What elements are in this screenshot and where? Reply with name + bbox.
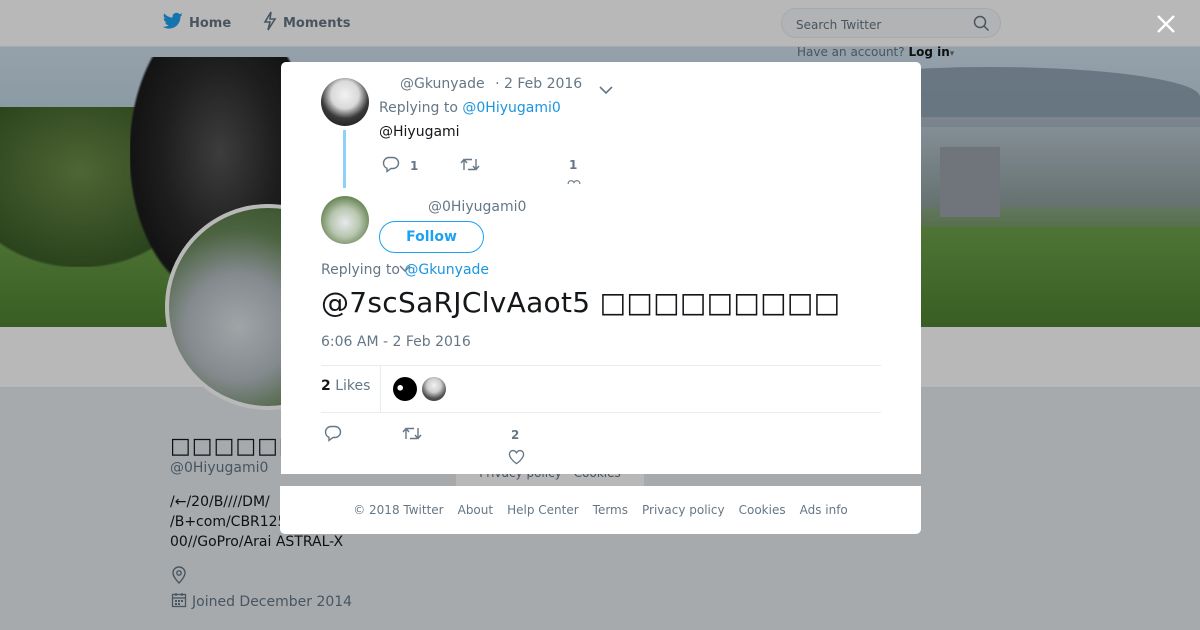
likes-stat[interactable]: 2 Likes [321, 378, 370, 394]
tweet-modal: @Gkunyade · 2 Feb 2016 Replying to @0Hiy… [281, 62, 921, 474]
copyright-text: © 2018 Twitter [353, 503, 444, 517]
main-retweet-button[interactable] [402, 426, 422, 444]
parent-retweet-button[interactable] [460, 157, 480, 175]
retweet-icon [460, 157, 480, 175]
parent-tweet-date[interactable]: · 2 Feb 2016 [495, 76, 582, 92]
replying-prefix: Replying to [321, 262, 400, 278]
divider [321, 412, 881, 413]
replying-to-link[interactable]: @0Hiyugami0 [462, 100, 560, 116]
footer-link-about[interactable]: About [458, 503, 493, 517]
modal-footer: © 2018 Twitter About Help Center Terms P… [280, 486, 921, 534]
parent-tweet-text: @Hiyugami [379, 124, 460, 140]
parent-author-avatar[interactable] [321, 78, 369, 126]
heart-icon[interactable] [508, 449, 525, 469]
follow-button[interactable]: Follow [379, 221, 484, 253]
retweet-icon [402, 426, 422, 444]
main-reply-button[interactable] [324, 425, 342, 445]
divider [380, 366, 381, 412]
close-icon[interactable] [1154, 12, 1178, 36]
parent-author-handle[interactable]: @Gkunyade [400, 76, 485, 92]
parent-like-count: 1 [569, 158, 578, 172]
parent-reply-button[interactable]: 1 [382, 156, 418, 176]
likes-number: 2 [321, 378, 331, 394]
footer-link-terms[interactable]: Terms [593, 503, 628, 517]
footer-link-cookies[interactable]: Cookies [739, 503, 786, 517]
reply-icon [324, 425, 342, 445]
parent-reply-count: 1 [410, 159, 419, 173]
dropdown-caret-icon[interactable] [399, 258, 411, 277]
chevron-down-icon[interactable] [599, 80, 613, 99]
footer-link-privacy[interactable]: Privacy policy [642, 503, 725, 517]
main-tweet-text: @7scSaRJClvAaot5 □□□□□□□□□ [321, 286, 841, 319]
main-author-handle[interactable]: @0Hiyugami0 [428, 199, 526, 215]
divider [321, 365, 881, 366]
parent-replying-to: Replying to @0Hiyugami0 [379, 100, 561, 116]
thread-connector [343, 130, 346, 188]
liker-avatar[interactable] [422, 377, 446, 401]
heart-icon[interactable] [567, 178, 581, 184]
replying-to-link[interactable]: @Gkunyade [404, 262, 489, 278]
reply-icon [382, 156, 400, 176]
main-tweet-timestamp[interactable]: 6:06 AM - 2 Feb 2016 [321, 334, 471, 350]
replying-prefix: Replying to [379, 100, 458, 116]
main-like-count: 2 [511, 428, 520, 442]
likes-label: Likes [335, 378, 371, 394]
footer-link-ads-info[interactable]: Ads info [800, 503, 848, 517]
liker-avatar[interactable] [393, 377, 417, 401]
main-author-avatar[interactable] [321, 196, 369, 244]
parent-tweet-header: @Gkunyade · 2 Feb 2016 [400, 76, 582, 92]
footer-link-help-center[interactable]: Help Center [507, 503, 579, 517]
